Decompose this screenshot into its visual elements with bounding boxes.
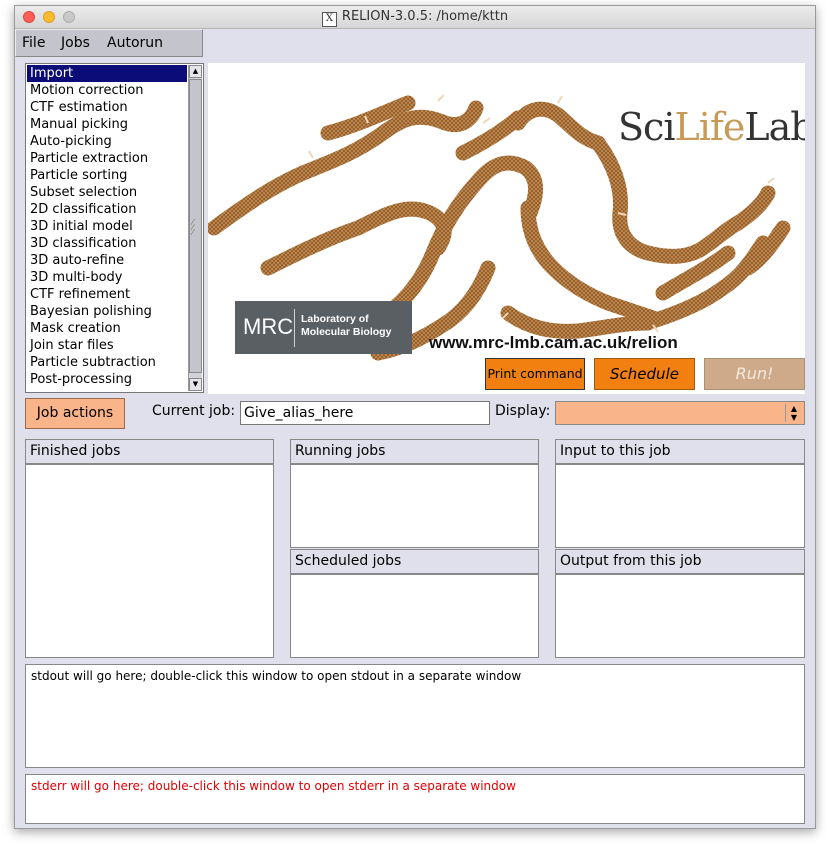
job-type-item[interactable]: Bayesian polishing	[27, 303, 187, 320]
stderr-window[interactable]: stderr will go here; double-click this w…	[25, 774, 805, 824]
stdout-text: stdout will go here; double-click this w…	[31, 669, 522, 683]
stdout-window[interactable]: stdout will go here; double-click this w…	[25, 664, 805, 768]
current-job-input[interactable]: Give_alias_here	[240, 401, 490, 425]
scroll-up-icon[interactable]: ▲	[189, 65, 202, 78]
mrc-logo-divider	[294, 309, 295, 347]
finished-jobs-list[interactable]	[25, 464, 274, 658]
scheduled-jobs-list[interactable]	[290, 574, 539, 658]
title-bar[interactable]: X RELION-3.0.5: /home/kttn	[15, 6, 815, 29]
job-type-item[interactable]: Particle subtraction	[27, 354, 187, 371]
job-type-item[interactable]: Subset selection	[27, 184, 187, 201]
job-type-item[interactable]: CTF estimation	[27, 99, 187, 116]
scilifelab-life: Life	[674, 105, 745, 149]
mrc-lab-name: Laboratory of Molecular Biology	[301, 313, 391, 339]
output-job-header: Output from this job	[555, 549, 805, 574]
job-type-item[interactable]: Particle extraction	[27, 150, 187, 167]
scilifelab-lab: Lab	[744, 105, 805, 149]
menu-autorun[interactable]: Autorun	[107, 35, 163, 51]
display-dropdown[interactable]: ▲ ▼	[555, 401, 805, 425]
job-type-item[interactable]: Manual picking	[27, 116, 187, 133]
job-type-item[interactable]: CTF refinement	[27, 286, 187, 303]
mrc-lab-line1: Laboratory of	[301, 313, 369, 325]
job-type-item[interactable]: 3D multi-body	[27, 269, 187, 286]
job-type-item[interactable]: Mask creation	[27, 320, 187, 337]
print-command-button[interactable]: Print command	[485, 358, 585, 390]
job-type-item[interactable]: 3D auto-refine	[27, 252, 187, 269]
dropdown-arrows-icon[interactable]: ▲ ▼	[785, 404, 802, 422]
mrc-logo-text: MRC	[243, 314, 294, 339]
menu-file[interactable]: File	[22, 35, 45, 51]
relion-banner: SciLifeLab MRC Laboratory of Molecular Bi…	[208, 63, 805, 394]
menu-jobs[interactable]: Jobs	[61, 35, 90, 51]
input-job-header: Input to this job	[555, 439, 805, 464]
stderr-text: stderr will go here; double-click this w…	[31, 779, 516, 793]
window-title: X RELION-3.0.5: /home/kttn	[15, 9, 815, 27]
scilifelab-sci: Sci	[618, 105, 675, 149]
job-type-item[interactable]: Import	[27, 65, 187, 82]
output-job-list[interactable]	[555, 574, 805, 658]
scilifelab-logo: SciLifeLab	[618, 105, 805, 149]
scheduled-jobs-header: Scheduled jobs	[290, 549, 539, 574]
scrollbar-thumb[interactable]: ⁄ ⁄ ⁄	[189, 79, 202, 373]
job-actions-button[interactable]: Job actions	[25, 398, 125, 429]
menu-bar: File Jobs Autorun	[15, 29, 203, 57]
job-type-list[interactable]: Import Motion correction CTF estimation Man…	[25, 63, 204, 393]
current-job-label: Current job:	[152, 403, 236, 419]
run-button[interactable]: Run!	[704, 358, 805, 390]
window-title-text: RELION-3.0.5: /home/kttn	[341, 9, 509, 24]
job-type-item[interactable]: Join star files	[27, 337, 187, 354]
schedule-button[interactable]: Schedule	[594, 358, 695, 390]
job-type-item[interactable]: Particle sorting	[27, 167, 187, 184]
x11-icon: X	[321, 12, 337, 27]
job-type-item[interactable]: 2D classification	[27, 201, 187, 218]
relion-url: www.mrc-lmb.cam.ac.uk/relion	[429, 333, 678, 352]
job-type-item[interactable]: Motion correction	[27, 82, 187, 99]
job-type-item[interactable]: 3D initial model	[27, 218, 187, 235]
running-jobs-header: Running jobs	[290, 439, 539, 464]
input-job-list[interactable]	[555, 464, 805, 548]
relion-window: X RELION-3.0.5: /home/kttn File Jobs Auto…	[14, 5, 816, 829]
display-label: Display:	[495, 403, 551, 419]
mrc-logo: MRC Laboratory of Molecular Biology	[235, 301, 412, 354]
scroll-grip-icon: ⁄ ⁄ ⁄	[192, 218, 194, 237]
scroll-down-icon[interactable]: ▼	[189, 378, 202, 391]
running-jobs-list[interactable]	[290, 464, 539, 548]
job-type-item[interactable]: 3D classification	[27, 235, 187, 252]
mrc-lab-line2: Molecular Biology	[301, 326, 392, 338]
job-type-item[interactable]: Auto-picking	[27, 133, 187, 150]
job-type-item[interactable]: Post-processing	[27, 371, 187, 388]
finished-jobs-header: Finished jobs	[25, 439, 274, 464]
job-list-scrollbar[interactable]: ▲ ⁄ ⁄ ⁄ ▼	[188, 65, 202, 391]
